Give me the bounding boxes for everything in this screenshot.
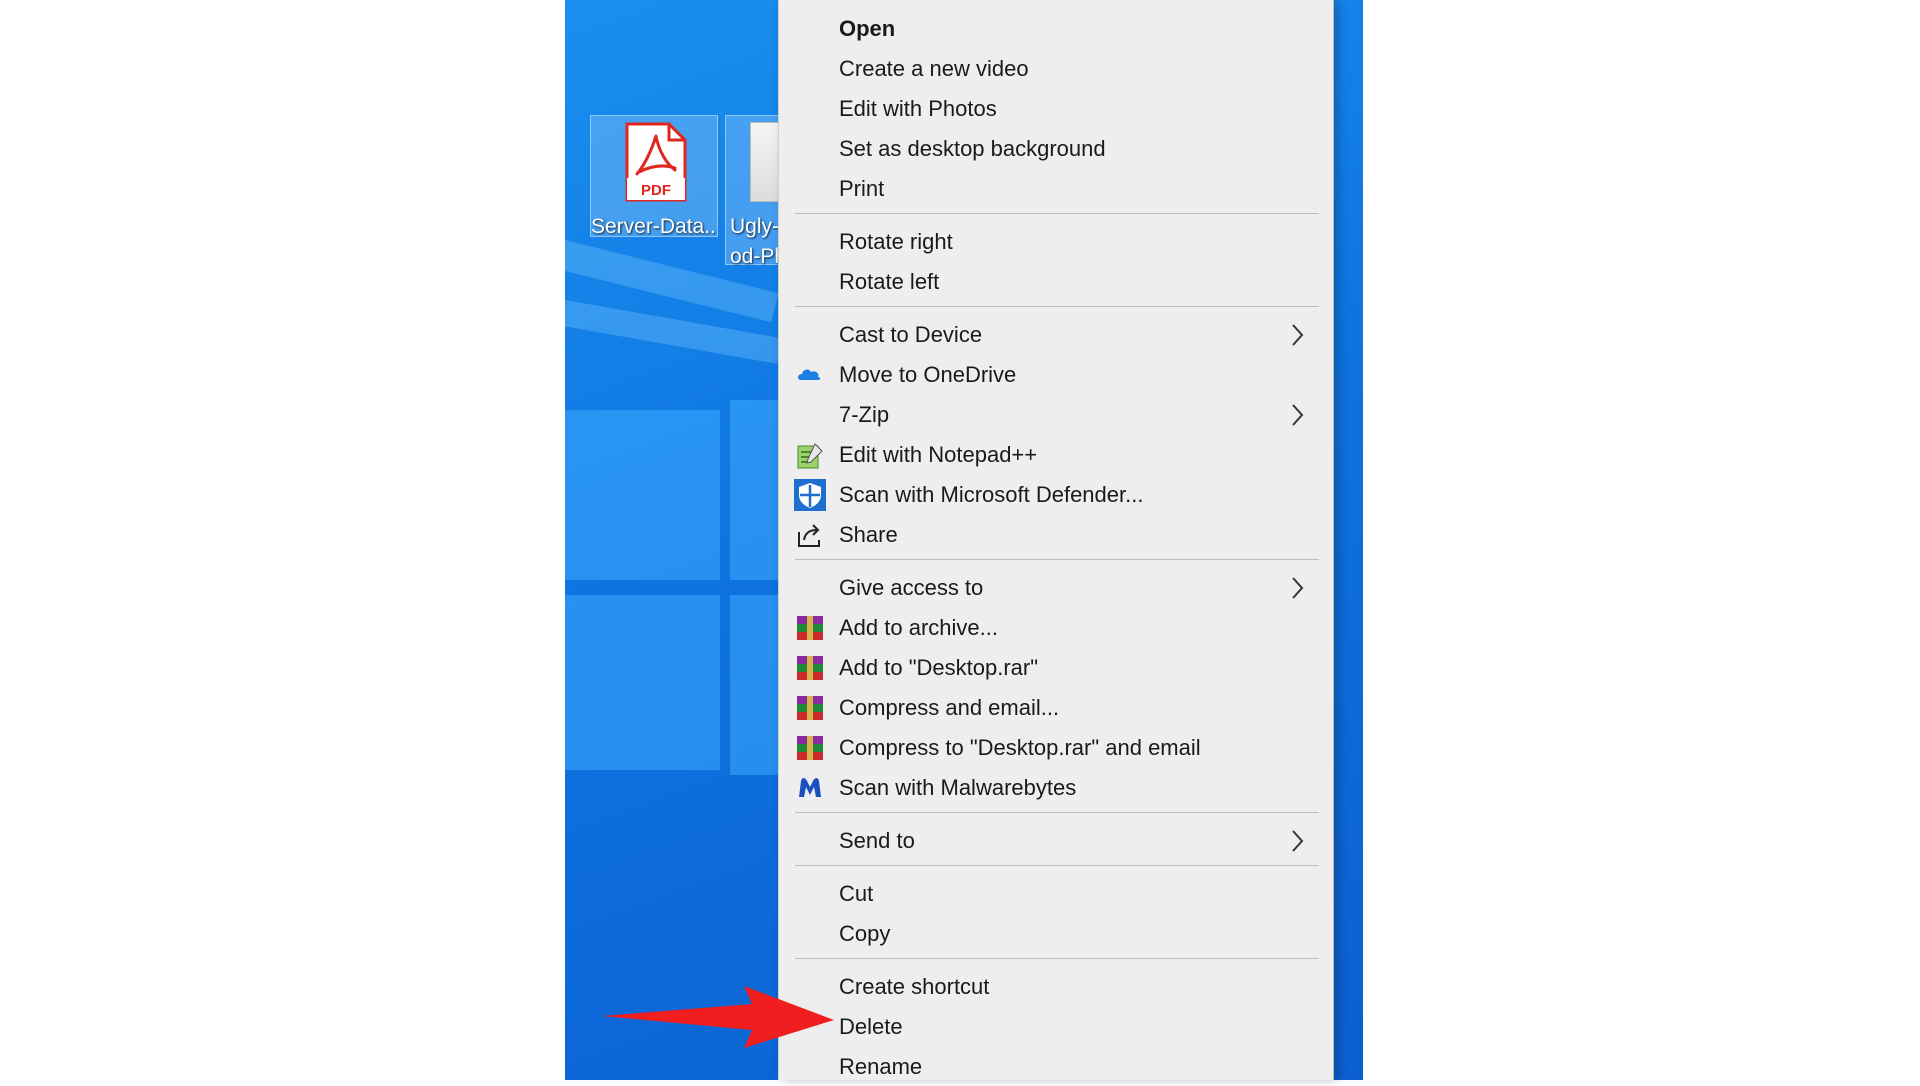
desktop-icon-pdf[interactable]: PDF Server-Data... <box>590 115 718 238</box>
menu-separator <box>795 865 1319 866</box>
menu-item-label: Rotate left <box>839 269 940 294</box>
desktop-icon-label: Server-Data... <box>591 215 717 238</box>
menu-item-label: Create shortcut <box>839 974 990 999</box>
menu-item-label: Scan with Malwarebytes <box>839 775 1077 800</box>
menu-item-label: Print <box>839 176 885 201</box>
menu-item-label: Share <box>839 522 898 547</box>
menu-item-label: Scan with Microsoft Defender... <box>839 482 1144 507</box>
menu-item-open[interactable]: Open <box>779 10 1333 48</box>
defender-shield-icon <box>794 479 826 511</box>
menu-item-edit-notepadpp[interactable]: Edit with Notepad++ <box>779 436 1333 474</box>
menu-item-label: Give access to <box>839 575 984 600</box>
malwarebytes-icon <box>799 778 821 797</box>
menu-item-label: Compress and email... <box>839 695 1060 720</box>
menu-item-label: Move to OneDrive <box>839 362 1017 387</box>
window-logo-pane <box>730 595 780 775</box>
menu-item-label: Send to <box>839 828 915 853</box>
menu-item-label: Add to "Desktop.rar" <box>839 655 1039 680</box>
menu-item-label: Delete <box>839 1014 903 1039</box>
menu-item-rotate-right[interactable]: Rotate right <box>779 223 1333 261</box>
menu-separator <box>795 306 1319 307</box>
menu-item-label: Set as desktop background <box>839 136 1106 161</box>
menu-item-label: Cast to Device <box>839 322 983 347</box>
desktop-icon-image[interactable]: Ugly- od-Ph <box>725 115 784 268</box>
menu-item-label: Rotate right <box>839 229 953 254</box>
window-logo-pane <box>565 595 720 770</box>
menu-item-cut[interactable]: Cut <box>779 875 1333 913</box>
menu-item-create-video[interactable]: Create a new video <box>779 50 1333 88</box>
menu-item-edit-photos[interactable]: Edit with Photos <box>779 90 1333 128</box>
chevron-right-icon <box>1292 577 1304 599</box>
menu-separator <box>795 559 1319 560</box>
window-logo-pane <box>730 400 780 580</box>
menu-item-delete[interactable]: Delete <box>779 1008 1333 1046</box>
menu-item-compress-and-email[interactable]: Compress and email... <box>779 689 1333 727</box>
menu-item-add-to-desktop-rar[interactable]: Add to "Desktop.rar" <box>779 649 1333 687</box>
menu-item-label: Copy <box>839 921 891 946</box>
menu-item-create-shortcut[interactable]: Create shortcut <box>779 968 1333 1006</box>
menu-item-scan-malwarebytes[interactable]: Scan with Malwarebytes <box>779 769 1333 807</box>
menu-item-label: 7-Zip <box>839 402 890 427</box>
menu-item-add-to-archive[interactable]: Add to archive... <box>779 609 1333 647</box>
menu-item-compress-rar-and-email[interactable]: Compress to "Desktop.rar" and email <box>779 729 1333 767</box>
menu-item-set-background[interactable]: Set as desktop background <box>779 130 1333 168</box>
menu-item-label: Add to archive... <box>839 615 998 640</box>
desktop-icon-label: Ugly- od-Ph <box>730 215 782 268</box>
menu-item-cast-to-device[interactable]: Cast to Device <box>779 316 1333 354</box>
pdf-badge-text: PDF <box>641 182 671 199</box>
menu-item-label: Edit with Notepad++ <box>839 442 1038 467</box>
menu-separator <box>795 958 1319 959</box>
red-arrow-icon <box>602 986 834 1048</box>
menu-item-rename[interactable]: Rename <box>779 1048 1333 1086</box>
winrar-icon <box>797 736 823 760</box>
menu-item-label: Compress to "Desktop.rar" and email <box>839 735 1201 760</box>
chevron-right-icon <box>1292 830 1304 852</box>
menu-item-scan-defender[interactable]: Scan with Microsoft Defender... <box>779 476 1333 514</box>
winrar-icon <box>797 656 823 680</box>
menu-item-label: Rename <box>839 1054 923 1079</box>
window-logo-pane <box>565 410 720 580</box>
menu-item-label: Cut <box>839 881 874 906</box>
menu-item-move-to-onedrive[interactable]: Move to OneDrive <box>779 356 1333 394</box>
menu-item-label: Create a new video <box>839 56 1029 81</box>
pdf-file-icon: PDF <box>625 122 687 202</box>
context-menu: Open Create a new video Edit with Photos… <box>778 0 1334 1080</box>
menu-item-print[interactable]: Print <box>779 170 1333 208</box>
chevron-right-icon <box>1292 404 1304 426</box>
onedrive-cloud-icon <box>798 369 821 380</box>
notepadpp-icon <box>797 443 823 469</box>
winrar-icon <box>797 696 823 720</box>
menu-separator <box>795 213 1319 214</box>
menu-item-share[interactable]: Share <box>779 516 1333 554</box>
share-icon <box>798 524 820 547</box>
menu-item-label: Open <box>839 16 896 41</box>
menu-item-send-to[interactable]: Send to <box>779 822 1333 860</box>
menu-item-7zip[interactable]: 7-Zip <box>779 396 1333 434</box>
menu-item-copy[interactable]: Copy <box>779 915 1333 953</box>
menu-separator <box>795 812 1319 813</box>
menu-item-give-access[interactable]: Give access to <box>779 569 1333 607</box>
chevron-right-icon <box>1292 324 1304 346</box>
menu-item-rotate-left[interactable]: Rotate left <box>779 263 1333 301</box>
winrar-icon <box>797 616 823 640</box>
menu-item-label: Edit with Photos <box>839 96 997 121</box>
